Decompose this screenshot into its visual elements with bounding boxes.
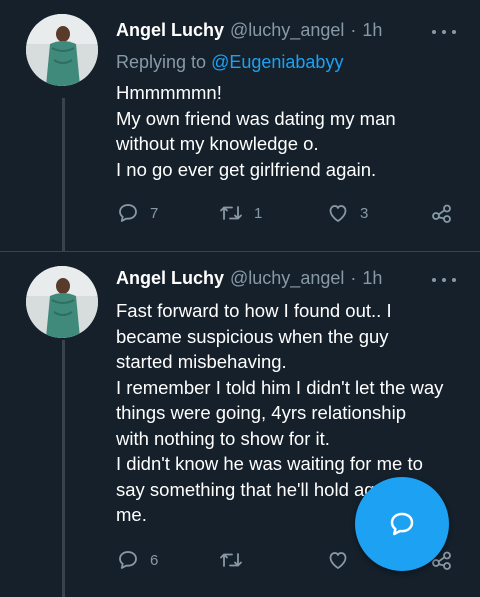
reply-count: 6 xyxy=(150,551,159,569)
mention-link[interactable]: @Eugeniababyy xyxy=(211,52,343,72)
tweet-line: became suspicious when the guy xyxy=(116,325,389,347)
reply-count: 7 xyxy=(150,204,159,222)
tweet-line: My own friend was dating my man xyxy=(116,107,396,129)
tweet-line: with nothing to show for it. xyxy=(116,427,330,449)
retweet-icon xyxy=(220,206,242,220)
avatar[interactable] xyxy=(26,266,98,338)
tweet-line: I remember I told him I didn't let the w… xyxy=(116,376,444,398)
tweet-actions: 7 1 3 xyxy=(116,198,464,228)
more-options-icon[interactable] xyxy=(432,270,456,290)
tweet-line: things were going, 4yrs relationship xyxy=(116,402,406,423)
like-button[interactable]: 3 xyxy=(326,198,368,228)
share-icon xyxy=(432,204,451,223)
separator-dot: · xyxy=(350,267,357,288)
reply-button[interactable]: 6 xyxy=(116,545,158,575)
reply-icon xyxy=(119,551,137,569)
avatar[interactable] xyxy=(26,14,98,86)
thread-line xyxy=(62,98,65,252)
retweet-button[interactable] xyxy=(218,545,244,575)
tweet-text: Hmmmmmn! My own friend was dating my man… xyxy=(116,80,461,182)
tweet-line: I no go ever get girlfriend again. xyxy=(116,158,377,180)
replying-to: Replying to @Eugeniababyy xyxy=(116,52,343,73)
heart-icon xyxy=(329,552,347,569)
compose-reply-icon xyxy=(390,512,414,536)
tweet-line: Hmmmmmn! xyxy=(116,82,222,103)
tweet-line: without my knowledge o. xyxy=(116,133,319,154)
avatar-photo xyxy=(26,266,98,338)
separator-dot: · xyxy=(350,19,357,40)
share-button[interactable] xyxy=(430,198,454,228)
like-button[interactable] xyxy=(326,545,350,575)
tweet-line: Fast forward to how I found out.. I xyxy=(116,300,392,321)
tweet-header: Angel Luchy @luchy_angel · 1h xyxy=(116,16,382,44)
tweet-1[interactable]: Angel Luchy @luchy_angel · 1h Replying t… xyxy=(0,0,480,252)
tweet-line: I didn't know he was waiting for me to xyxy=(116,453,423,474)
tweet-line: started misbehaving. xyxy=(116,351,287,372)
display-name[interactable]: Angel Luchy xyxy=(116,20,224,41)
user-handle[interactable]: @luchy_angel xyxy=(230,268,344,289)
timestamp[interactable]: 1h xyxy=(362,268,382,289)
compose-reply-button[interactable] xyxy=(355,477,449,571)
tweet-header: Angel Luchy @luchy_angel · 1h xyxy=(116,264,382,292)
like-count: 3 xyxy=(360,204,369,222)
heart-icon xyxy=(329,205,347,222)
display-name[interactable]: Angel Luchy xyxy=(116,268,224,289)
timestamp[interactable]: 1h xyxy=(362,20,382,41)
avatar-photo xyxy=(26,14,98,86)
reply-icon xyxy=(119,204,137,222)
retweet-button[interactable]: 1 xyxy=(218,198,262,228)
retweet-count: 1 xyxy=(254,204,263,222)
more-options-icon[interactable] xyxy=(432,22,456,42)
user-handle[interactable]: @luchy_angel xyxy=(230,20,344,41)
replying-to-label: Replying to xyxy=(116,52,207,72)
reply-button[interactable]: 7 xyxy=(116,198,158,228)
thread-line xyxy=(62,340,65,597)
retweet-icon xyxy=(220,553,242,567)
